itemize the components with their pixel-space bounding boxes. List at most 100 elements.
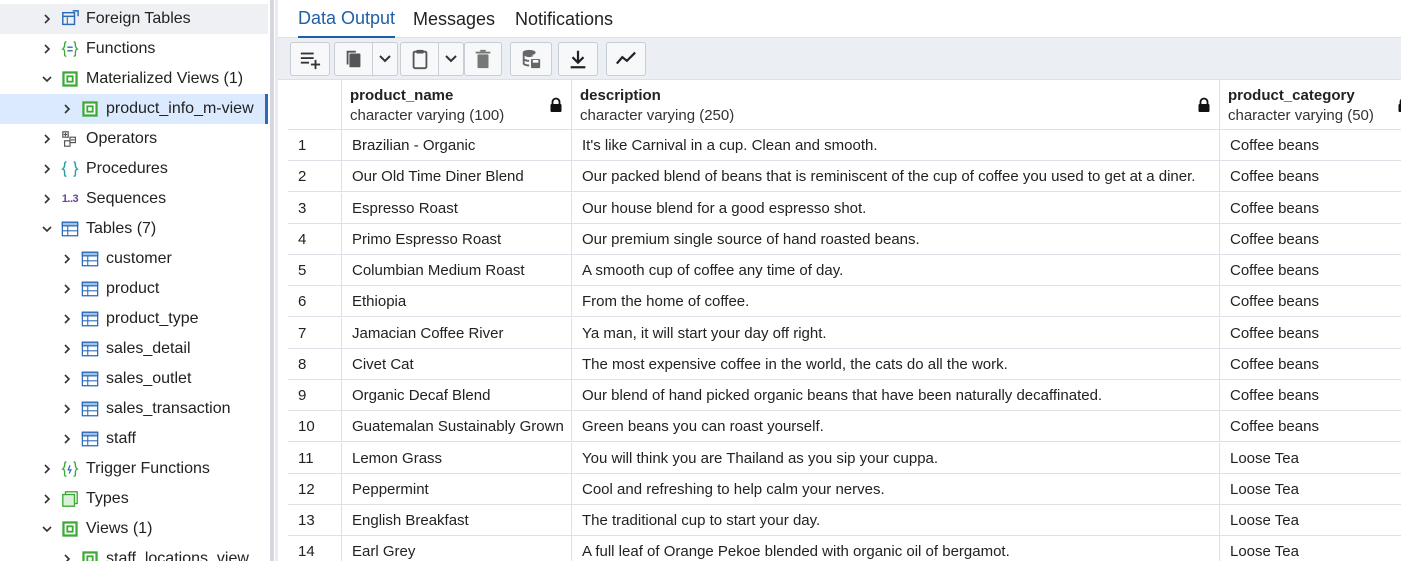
chevron-down-icon[interactable] bbox=[40, 222, 54, 236]
column-header-product-category[interactable]: product_category character varying (50) bbox=[1220, 80, 1401, 130]
tree-item-operators[interactable]: Operators bbox=[0, 124, 268, 154]
table-row[interactable]: 14 Earl Grey A full leaf of Orange Pekoe b… bbox=[288, 536, 1401, 561]
row-number-cell[interactable]: 12 bbox=[288, 474, 342, 505]
row-number-cell[interactable]: 9 bbox=[288, 380, 342, 411]
tree-item-customer[interactable]: customer bbox=[0, 244, 268, 274]
cell-description[interactable]: It's like Carnival in a cup. Clean and s… bbox=[572, 130, 1220, 161]
cell-description[interactable]: Cool and refreshing to help calm your ne… bbox=[572, 474, 1220, 505]
cell-product-category[interactable]: Coffee beans bbox=[1220, 224, 1401, 255]
cell-description[interactable]: Ya man, it will start your day off right… bbox=[572, 318, 1220, 349]
cell-description[interactable]: Our house blend for a good espresso shot… bbox=[572, 193, 1220, 224]
chevron-right-icon[interactable] bbox=[60, 252, 74, 266]
cell-product-name[interactable]: English Breakfast bbox=[342, 505, 572, 536]
cell-product-category[interactable]: Coffee beans bbox=[1220, 349, 1401, 380]
cell-product-name[interactable]: Civet Cat bbox=[342, 349, 572, 380]
delete-row-button[interactable] bbox=[464, 42, 502, 76]
chevron-right-icon[interactable] bbox=[60, 432, 74, 446]
table-row[interactable]: 1 Brazilian - Organic It's like Carnival i… bbox=[288, 130, 1401, 161]
cell-product-name[interactable]: Ethiopia bbox=[342, 286, 572, 317]
chevron-right-icon[interactable] bbox=[40, 162, 54, 176]
chevron-right-icon[interactable] bbox=[40, 192, 54, 206]
tree-item-sequences[interactable]: 1..3 Sequences bbox=[0, 184, 268, 214]
panel-splitter[interactable] bbox=[268, 0, 278, 561]
tree-item-views-1[interactable]: Views (1) bbox=[0, 514, 268, 544]
table-row[interactable]: 3 Espresso Roast Our house blend for a goo… bbox=[288, 193, 1401, 224]
chevron-right-icon[interactable] bbox=[40, 42, 54, 56]
chevron-right-icon[interactable] bbox=[60, 102, 74, 116]
cell-description[interactable]: Our premium single source of hand roaste… bbox=[572, 224, 1220, 255]
tree-item-types[interactable]: Types bbox=[0, 484, 268, 514]
save-data-button[interactable] bbox=[510, 42, 552, 76]
chevron-down-icon[interactable] bbox=[40, 72, 54, 86]
row-number-cell[interactable]: 13 bbox=[288, 505, 342, 536]
row-number-cell[interactable]: 14 bbox=[288, 536, 342, 561]
column-header-description[interactable]: description character varying (250) bbox=[572, 80, 1220, 130]
paste-button[interactable] bbox=[401, 43, 439, 75]
table-row[interactable]: 4 Primo Espresso Roast Our premium single … bbox=[288, 224, 1401, 255]
cell-product-category[interactable]: Loose Tea bbox=[1220, 536, 1401, 561]
graph-visualiser-button[interactable] bbox=[606, 42, 646, 76]
cell-product-name[interactable]: Earl Grey bbox=[342, 536, 572, 561]
row-number-cell[interactable]: 7 bbox=[288, 318, 342, 349]
cell-description[interactable]: From the home of coffee. bbox=[572, 286, 1220, 317]
table-row[interactable]: 10 Guatemalan Sustainably Grown Green bean… bbox=[288, 411, 1401, 442]
cell-product-category[interactable]: Coffee beans bbox=[1220, 193, 1401, 224]
tree-item-sales-outlet[interactable]: sales_outlet bbox=[0, 364, 268, 394]
column-header-product-name[interactable]: product_name character varying (100) bbox=[342, 80, 572, 130]
add-row-button[interactable] bbox=[290, 42, 330, 76]
tree-item-product-info-m-view[interactable]: product_info_m-view bbox=[0, 94, 268, 124]
chevron-right-icon[interactable] bbox=[40, 132, 54, 146]
tree-item-materialized-views-1[interactable]: Materialized Views (1) bbox=[0, 64, 268, 94]
cell-product-category[interactable]: Loose Tea bbox=[1220, 505, 1401, 536]
tree-item-functions[interactable]: Functions bbox=[0, 34, 268, 64]
cell-description[interactable]: A full leaf of Orange Pekoe blended with… bbox=[572, 536, 1220, 561]
cell-product-category[interactable]: Coffee beans bbox=[1220, 161, 1401, 192]
cell-description[interactable]: The traditional cup to start your day. bbox=[572, 505, 1220, 536]
cell-product-name[interactable]: Organic Decaf Blend bbox=[342, 380, 572, 411]
tab-data-output[interactable]: Data Output bbox=[298, 0, 396, 38]
table-row[interactable]: 13 English Breakfast The traditional cup t… bbox=[288, 505, 1401, 536]
cell-product-name[interactable]: Brazilian - Organic bbox=[342, 130, 572, 161]
tab-notifications[interactable]: Notifications bbox=[515, 0, 613, 38]
table-row[interactable]: 12 Peppermint Cool and refreshing to help … bbox=[288, 474, 1401, 505]
chevron-right-icon[interactable] bbox=[40, 12, 54, 26]
row-number-cell[interactable]: 2 bbox=[288, 161, 342, 192]
chevron-right-icon[interactable] bbox=[60, 552, 74, 561]
chevron-right-icon[interactable] bbox=[60, 402, 74, 416]
tree-item-sales-detail[interactable]: sales_detail bbox=[0, 334, 268, 364]
cell-product-name[interactable]: Primo Espresso Roast bbox=[342, 224, 572, 255]
paste-options-dropdown[interactable] bbox=[439, 43, 463, 75]
cell-product-name[interactable]: Peppermint bbox=[342, 474, 572, 505]
chevron-right-icon[interactable] bbox=[60, 342, 74, 356]
tab-messages[interactable]: Messages bbox=[413, 0, 495, 38]
table-row[interactable]: 9 Organic Decaf Blend Our blend of hand pi… bbox=[288, 380, 1401, 411]
chevron-right-icon[interactable] bbox=[60, 312, 74, 326]
cell-description[interactable]: A smooth cup of coffee any time of day. bbox=[572, 255, 1220, 286]
row-number-cell[interactable]: 6 bbox=[288, 286, 342, 317]
cell-product-name[interactable]: Columbian Medium Roast bbox=[342, 255, 572, 286]
tree-item-tables-7[interactable]: Tables (7) bbox=[0, 214, 268, 244]
tree-item-sales-transaction[interactable]: sales_transaction bbox=[0, 394, 268, 424]
cell-description[interactable]: Green beans you can roast yourself. bbox=[572, 411, 1220, 442]
tree-item-staff-locations-view[interactable]: staff_locations_view bbox=[0, 544, 268, 561]
table-row[interactable]: 2 Our Old Time Diner Blend Our packed blen… bbox=[288, 161, 1401, 192]
tree-item-product[interactable]: product bbox=[0, 274, 268, 304]
cell-product-name[interactable]: Espresso Roast bbox=[342, 193, 572, 224]
cell-description[interactable]: Our packed blend of beans that is remini… bbox=[572, 161, 1220, 192]
cell-product-category[interactable]: Loose Tea bbox=[1220, 443, 1401, 474]
tree-item-procedures[interactable]: Procedures bbox=[0, 154, 268, 184]
copy-options-dropdown[interactable] bbox=[373, 43, 397, 75]
row-number-cell[interactable]: 3 bbox=[288, 193, 342, 224]
tree-item-foreign-tables[interactable]: Foreign Tables bbox=[0, 4, 268, 34]
row-number-cell[interactable]: 8 bbox=[288, 349, 342, 380]
tree-item-trigger-functions[interactable]: Trigger Functions bbox=[0, 454, 268, 484]
row-number-header[interactable] bbox=[288, 80, 342, 130]
copy-button[interactable] bbox=[335, 43, 373, 75]
tree-item-product-type[interactable]: product_type bbox=[0, 304, 268, 334]
cell-product-name[interactable]: Our Old Time Diner Blend bbox=[342, 161, 572, 192]
table-row[interactable]: 6 Ethiopia From the home of coffee. Coffee … bbox=[288, 286, 1401, 317]
cell-product-category[interactable]: Coffee beans bbox=[1220, 318, 1401, 349]
row-number-cell[interactable]: 11 bbox=[288, 443, 342, 474]
cell-product-category[interactable]: Coffee beans bbox=[1220, 130, 1401, 161]
chevron-right-icon[interactable] bbox=[40, 462, 54, 476]
